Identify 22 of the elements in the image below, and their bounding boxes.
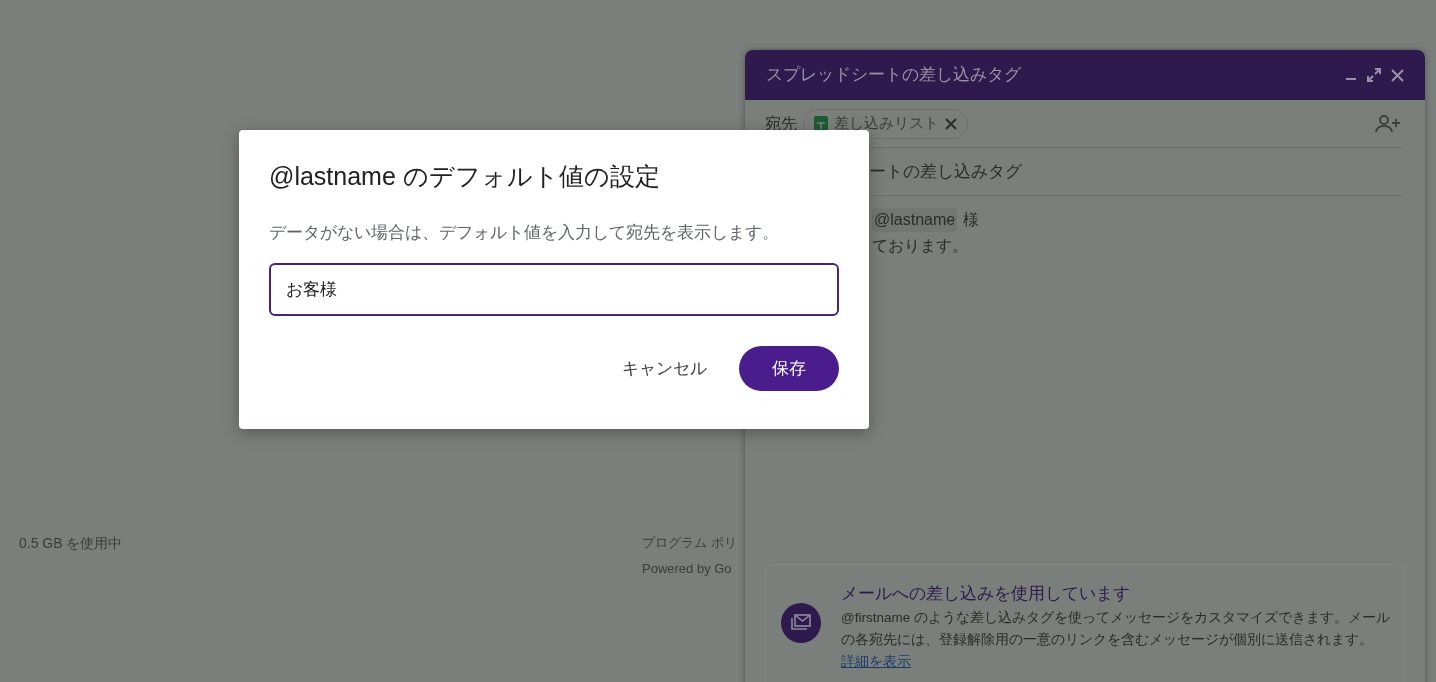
save-button[interactable]: 保存: [739, 346, 839, 391]
compose-title: スプレッドシートの差し込みタグ: [766, 64, 1021, 87]
body-text: 様: [963, 210, 980, 230]
storage-usage: 0.5 GB を使用中: [19, 534, 123, 553]
merge-tag[interactable]: @lastname: [872, 208, 958, 232]
body-text: ております。: [872, 236, 969, 256]
default-value-field[interactable]: お客様: [269, 263, 839, 316]
footer-link[interactable]: Powered by Go: [642, 558, 737, 578]
info-title: メールへの差し込みを使用しています: [841, 583, 1131, 605]
spreadsheet-icon: [814, 115, 828, 132]
subject-text: ートの差し込みタグ: [869, 160, 1022, 183]
footer-link[interactable]: プログラム ポリ: [642, 533, 737, 553]
cancel-button[interactable]: キャンセル: [618, 346, 711, 391]
dialog-description: データがない場合は、デフォルト値を入力して宛先を表示します。: [269, 221, 780, 244]
expand-icon[interactable]: [1367, 68, 1381, 82]
remove-icon[interactable]: [945, 117, 957, 130]
close-icon[interactable]: [1391, 68, 1404, 82]
info-text: @firstname のような差し込みタグを使ってメッセージをカスタマイズできます。メールの各宛先には、登録解除用の一意のリンクを含むメッセージが個別に送信されます。 詳細を表示: [841, 608, 1391, 671]
dialog-title: @lastname のデフォルト値の設定: [269, 161, 661, 192]
add-person-icon[interactable]: [1375, 114, 1401, 133]
learn-more-link[interactable]: 詳細を表示: [841, 653, 911, 669]
mail-stack-icon: [781, 603, 821, 643]
